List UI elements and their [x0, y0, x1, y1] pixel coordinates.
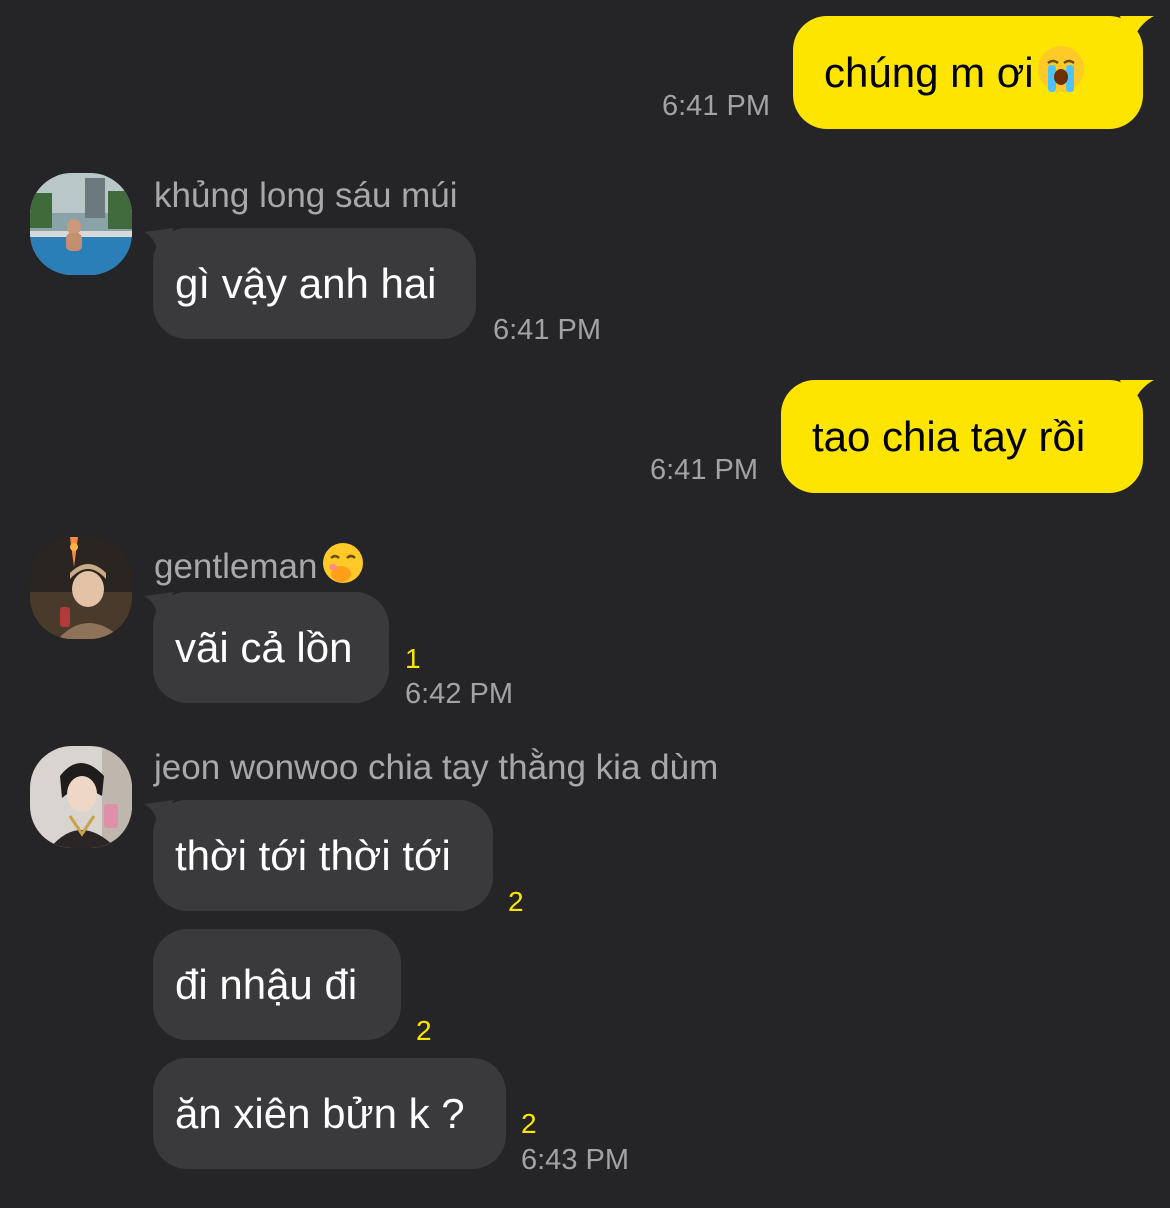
bubble-tail [144, 800, 174, 826]
incoming-message-bubble[interactable]: ăn xiên bửn k ? [153, 1058, 506, 1169]
bubble-tail [144, 228, 174, 254]
message-text: vãi cả lồn [175, 623, 353, 671]
outgoing-message-bubble[interactable]: tao chia tay rồi [781, 380, 1143, 493]
unread-count: 2 [416, 1015, 432, 1046]
avatar[interactable] [30, 173, 132, 275]
incoming-message-bubble[interactable]: đi nhậu đi [153, 929, 401, 1040]
message-text: tao chia tay rồi [812, 412, 1086, 460]
sender-name: khủng long sáu múi [154, 176, 458, 215]
outgoing-message-bubble[interactable]: chúng m ơi [793, 16, 1143, 129]
loudly-crying-face-icon [1036, 44, 1086, 101]
face-with-hand-over-mouth-icon [321, 541, 365, 591]
sender-name-text: gentleman [154, 546, 318, 586]
sender-name: gentleman [154, 541, 365, 591]
message-text: chúng m ơi [824, 48, 1034, 96]
incoming-message-bubble[interactable]: gì vậy anh hai [153, 228, 476, 339]
unread-count: 1 [405, 643, 421, 674]
bubble-tail [1120, 380, 1154, 410]
incoming-message-bubble[interactable]: thời tới thời tới [153, 800, 493, 911]
message-text: ăn xiên bửn k ? [175, 1089, 465, 1137]
message-text: thời tới thời tới [175, 831, 451, 879]
incoming-message-bubble[interactable]: vãi cả lồn [153, 592, 389, 703]
timestamp: 6:41 PM [650, 454, 758, 486]
unread-count: 2 [521, 1108, 537, 1139]
timestamp: 6:41 PM [662, 90, 770, 122]
sender-name: jeon wonwoo chia tay thằng kia dùm [154, 748, 719, 787]
portrait-night-avatar-icon [30, 537, 132, 639]
message-text: đi nhậu đi [175, 960, 358, 1008]
timestamp: 6:41 PM [493, 314, 601, 346]
avatar[interactable] [30, 746, 132, 848]
unread-count: 2 [508, 886, 524, 917]
message-text: gì vậy anh hai [175, 259, 437, 307]
timestamp: 6:43 PM [521, 1144, 629, 1176]
timestamp: 6:42 PM [405, 678, 513, 710]
mirror-selfie-avatar-icon [30, 746, 132, 848]
avatar[interactable] [30, 537, 132, 639]
pool-photo-avatar-icon [30, 173, 132, 275]
bubble-tail [144, 592, 174, 618]
bubble-tail [1120, 16, 1154, 46]
